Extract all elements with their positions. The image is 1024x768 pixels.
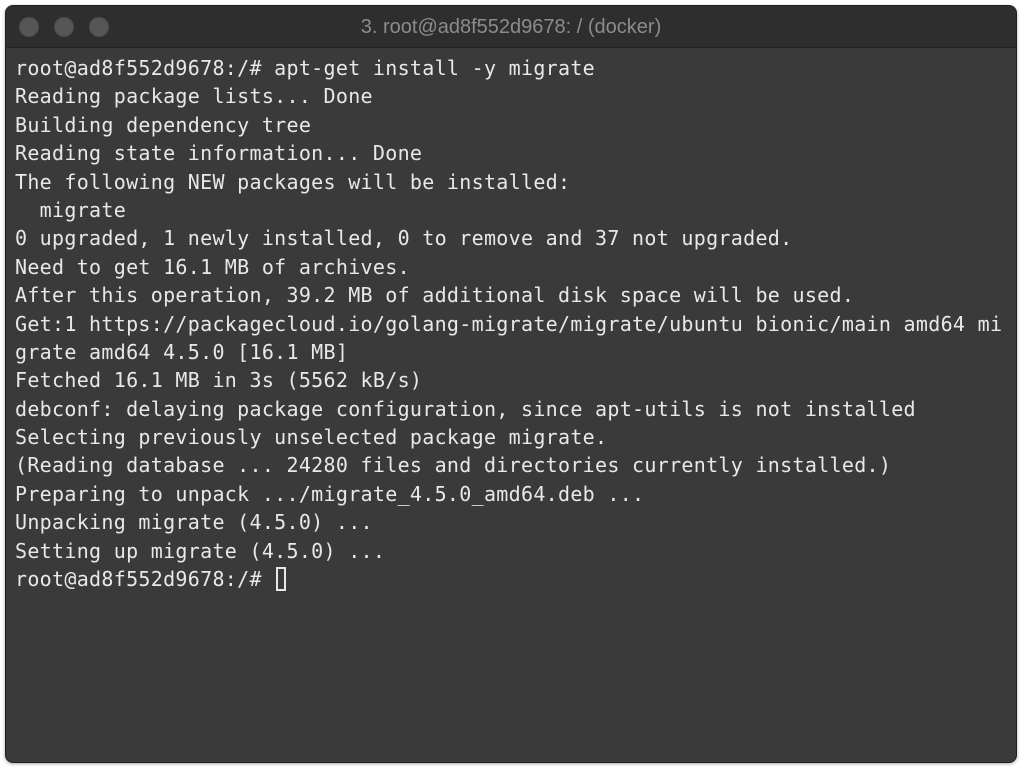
terminal-line: The following NEW packages will be insta… xyxy=(15,169,571,194)
terminal-line: Unpacking migrate (4.5.0) ... xyxy=(15,510,373,535)
terminal-line: grate amd64 4.5.0 [16.1 MB] xyxy=(15,339,349,364)
terminal-line: After this operation, 39.2 MB of additio… xyxy=(15,283,855,308)
terminal-line: root@ad8f552d9678:/# apt-get install -y … xyxy=(15,56,596,80)
shell-prompt: root@ad8f552d9678:/# xyxy=(15,567,275,592)
terminal-line: Building dependency tree xyxy=(15,112,312,137)
terminal-line: Need to get 16.1 MB of archives. xyxy=(15,254,410,279)
terminal-line: migrate xyxy=(15,197,127,222)
terminal-line: 0 upgraded, 1 newly installed, 0 to remo… xyxy=(15,226,793,251)
terminal-window: 3. root@ad8f552d9678: / (docker) root@ad… xyxy=(5,5,1017,763)
terminal-line: Get:1 https://packagecloud.io/golang-mig… xyxy=(15,311,1003,336)
terminal-line: Preparing to unpack .../migrate_4.5.0_am… xyxy=(15,481,645,506)
terminal-line: debconf: delaying package configuration,… xyxy=(15,396,916,421)
window-title: 3. root@ad8f552d9678: / (docker) xyxy=(360,16,662,38)
terminal-line: Setting up migrate (4.5.0) ... xyxy=(15,538,386,563)
text-cursor xyxy=(276,567,287,592)
terminal-line: Reading package lists... Done xyxy=(15,84,373,109)
prompt-line[interactable]: root@ad8f552d9678:/# xyxy=(15,565,1016,593)
title-bar[interactable]: 3. root@ad8f552d9678: / (docker) xyxy=(6,6,1016,48)
terminal-line: Fetched 16.1 MB in 3s (5562 kB/s) xyxy=(15,368,423,393)
terminal-line: (Reading database ... 24280 files and di… xyxy=(15,453,892,478)
terminal-line: Reading state information... Done xyxy=(15,141,423,166)
terminal-line: Selecting previously unselected package … xyxy=(15,425,608,450)
terminal-output[interactable]: root@ad8f552d9678:/# apt-get install -y … xyxy=(15,54,1016,762)
